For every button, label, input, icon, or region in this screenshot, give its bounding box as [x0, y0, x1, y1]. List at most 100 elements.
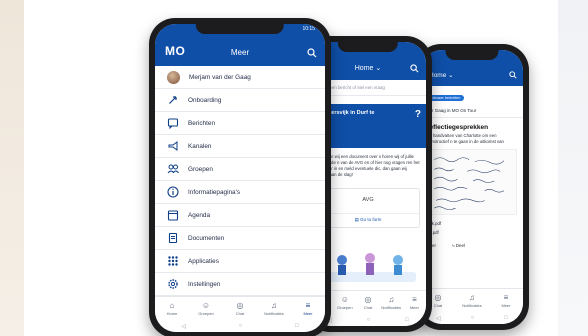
search-icon[interactable] [410, 64, 419, 73]
system-nav-bar: ◁ ○ □ [155, 320, 325, 332]
tab-label: Notificaties [381, 305, 401, 310]
back-icon[interactable]: ◁ [181, 323, 186, 330]
tab-meer[interactable]: ≡ Meer [403, 291, 426, 314]
tab-meer[interactable]: ≡ Meer [291, 297, 325, 320]
recents-icon[interactable]: □ [405, 317, 409, 323]
phone-3-screen: Home ⌄ Nieuwe berichten der Gaag in MO O… [421, 50, 523, 324]
info-icon [167, 186, 179, 198]
tab-label: Groepen [198, 311, 214, 316]
menu-icon: ≡ [412, 295, 417, 304]
search-icon[interactable] [307, 48, 317, 58]
tab-notificaties[interactable]: ♫ Notificaties [380, 291, 403, 314]
page-title: Meer [230, 48, 250, 57]
menu-item-onboarding[interactable]: Onboarding [155, 89, 325, 112]
menu-item-kanalen[interactable]: Kanalen [155, 135, 325, 158]
tab-label: Home [166, 311, 178, 316]
menu-item-label: Kanalen [188, 142, 212, 150]
go-to-form-label: Go to form [360, 217, 382, 222]
tab-home[interactable]: ⌂Home [155, 297, 189, 320]
menu-item-applicaties[interactable]: Applicaties [155, 250, 325, 273]
phone-device-3: Home ⌄ Nieuwe berichten der Gaag in MO O… [415, 44, 529, 330]
menu-item-label: Documenten [188, 234, 225, 242]
menu-item-documenten[interactable]: Documenten [155, 227, 325, 250]
recents-icon[interactable]: □ [295, 323, 299, 329]
avatar [167, 70, 180, 84]
tab-groepen[interactable]: ☺ Groepen [333, 291, 356, 314]
tab-notificaties[interactable]: ♫ Notificaties [455, 289, 489, 312]
bell-icon: ♫ [388, 295, 395, 304]
tab-label: Notificaties [462, 303, 482, 308]
search-icon[interactable] [509, 71, 517, 79]
menu-item-agenda[interactable]: Agenda [155, 204, 325, 227]
phone-notch [445, 50, 499, 60]
tab-label: Chat [363, 305, 373, 310]
share-label: Deel [455, 243, 466, 248]
tab-label: Chat [235, 311, 245, 316]
page-title[interactable]: Home ⌄ [429, 71, 454, 79]
system-nav-bar: ◁ ○ □ [421, 312, 523, 324]
menu-item-label: Onboarding [188, 96, 222, 104]
handwritten-notes-image [427, 149, 517, 215]
home-nav-icon[interactable]: ○ [367, 317, 371, 323]
phone-device-1: 10:15 MO Meer Merjam van der Gaag Onboar… [149, 18, 331, 336]
post-actions: ager ⤷ Deel [421, 237, 523, 254]
menu-item-label: Applicaties [188, 257, 219, 265]
chat-icon: ◎ [236, 301, 244, 310]
tab-groepen[interactable]: ☺ Groepen [189, 297, 223, 320]
post-heading: reflectiegesprekken [427, 124, 489, 131]
people-illustration [324, 253, 416, 282]
grid-icon [167, 255, 179, 267]
tab-bar: ⌂Home ☺Groepen ◎Chat ♫Notificaties ≡Meer [155, 296, 325, 320]
home-icon: ⌂ [169, 301, 175, 310]
tab-label: Chat [433, 303, 443, 308]
back-icon[interactable]: ◁ [436, 315, 441, 322]
go-to-form-link[interactable]: ▤ Go to form [317, 213, 419, 223]
menu-item-label: Agenda [188, 211, 211, 219]
recents-icon[interactable]: □ [504, 315, 508, 321]
home-nav-icon[interactable]: ○ [471, 315, 475, 321]
menu-item-label: Merjam van der Gaag [189, 73, 251, 81]
tab-chat[interactable]: ◎ Chat [223, 297, 257, 320]
form-card: AVG ▤ Go to form [316, 188, 420, 228]
tab-label: Meer [409, 305, 419, 310]
handwriting-illustration [434, 157, 505, 210]
tab-label: Meer [303, 311, 313, 316]
new-messages-pill[interactable]: Nieuwe berichten [427, 95, 465, 101]
menu-item-label: Berichten [188, 119, 215, 127]
tab-chat[interactable]: ◎ Chat [356, 291, 379, 314]
menu-icon: ≡ [305, 301, 311, 310]
tab-meer[interactable]: ≡ Meer [489, 289, 523, 312]
status-time: 10:15 [302, 26, 315, 32]
menu-item-informatiepaginas[interactable]: Informatiepagina's [155, 181, 325, 204]
tab-label: Notificaties [264, 311, 284, 316]
group-icon: ☺ [340, 295, 349, 304]
menu-item-label: Instellingen [188, 280, 221, 288]
menu-icon: ≡ [503, 293, 509, 302]
group-header: der Gaag in MO On Tour [421, 104, 523, 118]
group-icon [167, 163, 179, 175]
phone-notch [337, 42, 399, 52]
rocket-icon [167, 94, 179, 106]
menu-item-label: Informatiepagina's [188, 188, 241, 196]
tab-notificaties[interactable]: ♫ Notificaties [257, 297, 291, 320]
menu-item-berichten[interactable]: Berichten [155, 112, 325, 135]
menu-item-profile[interactable]: Merjam van der Gaag [155, 66, 325, 89]
bell-icon: ♫ [469, 293, 475, 302]
phone-1-screen: 10:15 MO Meer Merjam van der Gaag Onboar… [155, 24, 325, 332]
menu-item-groepen[interactable]: Groepen [155, 158, 325, 181]
banner-title: e Blittersvijk in Durf te [316, 110, 375, 116]
gear-icon [167, 278, 179, 290]
backdrop-left [0, 0, 24, 336]
banner-subtitle: ron [316, 119, 420, 124]
group-icon: ☺ [201, 301, 211, 310]
tab-bar: ◎ Chat ♫ Notificaties ≡ Meer [421, 288, 523, 312]
share-button[interactable]: ⤷ Deel [452, 243, 465, 248]
attachment-file[interactable]: ek.pdf [421, 228, 523, 237]
post-text: en handvatten van Charlotte om een const… [427, 133, 504, 144]
tab-label: Groepen [337, 305, 353, 310]
home-nav-icon[interactable]: ○ [239, 323, 243, 329]
tab-label: Meer [501, 303, 511, 308]
attachment-file[interactable]: pok.pdf [421, 219, 523, 228]
menu-item-instellingen[interactable]: Instellingen [155, 273, 325, 296]
form-card-title: AVG [362, 197, 374, 203]
